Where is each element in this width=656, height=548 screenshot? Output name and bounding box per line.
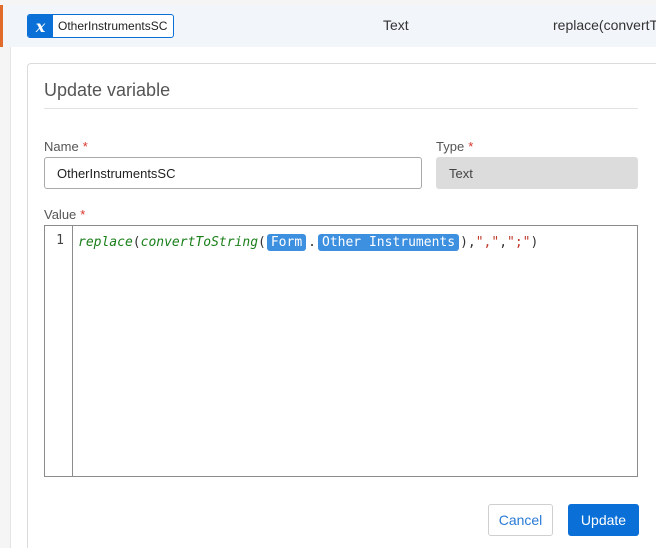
dialog-panel: Update variable Name* Type* Text Value* … [27,63,656,548]
x-variable-icon: x [28,15,53,37]
update-variable-dialog: Update variable Name* Type* Text Value* … [10,47,656,548]
type-label: Type * [436,139,473,154]
type-label-text: Type [436,139,465,154]
required-marker: * [468,139,474,154]
close-paren: ) [530,234,539,250]
value-label-text: Value [44,207,77,222]
required-marker: * [82,139,88,154]
function-replace: replace [78,234,133,250]
variable-row[interactable]: x OtherInstrumentsSC Text replace(conver… [0,5,656,47]
value-label: Value * [44,207,85,222]
open-paren: ( [258,234,266,250]
dialog-title: Update variable [44,80,171,100]
variable-chip-label: OtherInstrumentsSC [58,19,168,33]
value-code-editor[interactable]: 1 replace ( convertToString ( Form . Oth… [44,225,638,477]
token-form[interactable]: Form [266,233,307,251]
name-input[interactable] [44,157,422,189]
function-convert-to-string: convertToString [140,234,259,250]
name-label-text: Name [44,139,79,154]
close-paren-comma: ), [460,234,476,250]
token-other-instruments[interactable]: Other Instruments [318,233,460,251]
name-label: Name * [44,139,88,154]
type-field: Text [436,157,638,189]
token-dot: . [308,234,316,250]
variable-value-preview: replace(convertTo [553,17,656,33]
required-marker: * [80,207,86,222]
string-literal-comma: "," [475,234,500,250]
update-button[interactable]: Update [568,504,639,536]
string-literal-semicolon: ";" [507,234,531,250]
cancel-button[interactable]: Cancel [488,504,553,536]
arg-separator: , [499,234,508,250]
variable-type: Text [383,17,409,33]
variable-chip[interactable]: x OtherInstrumentsSC [27,14,175,38]
open-paren: ( [132,234,141,250]
code-line[interactable]: replace ( convertToString ( Form . Other… [78,231,538,253]
editor-gutter: 1 [45,226,73,476]
title-divider [44,108,638,109]
line-number: 1 [56,233,64,248]
